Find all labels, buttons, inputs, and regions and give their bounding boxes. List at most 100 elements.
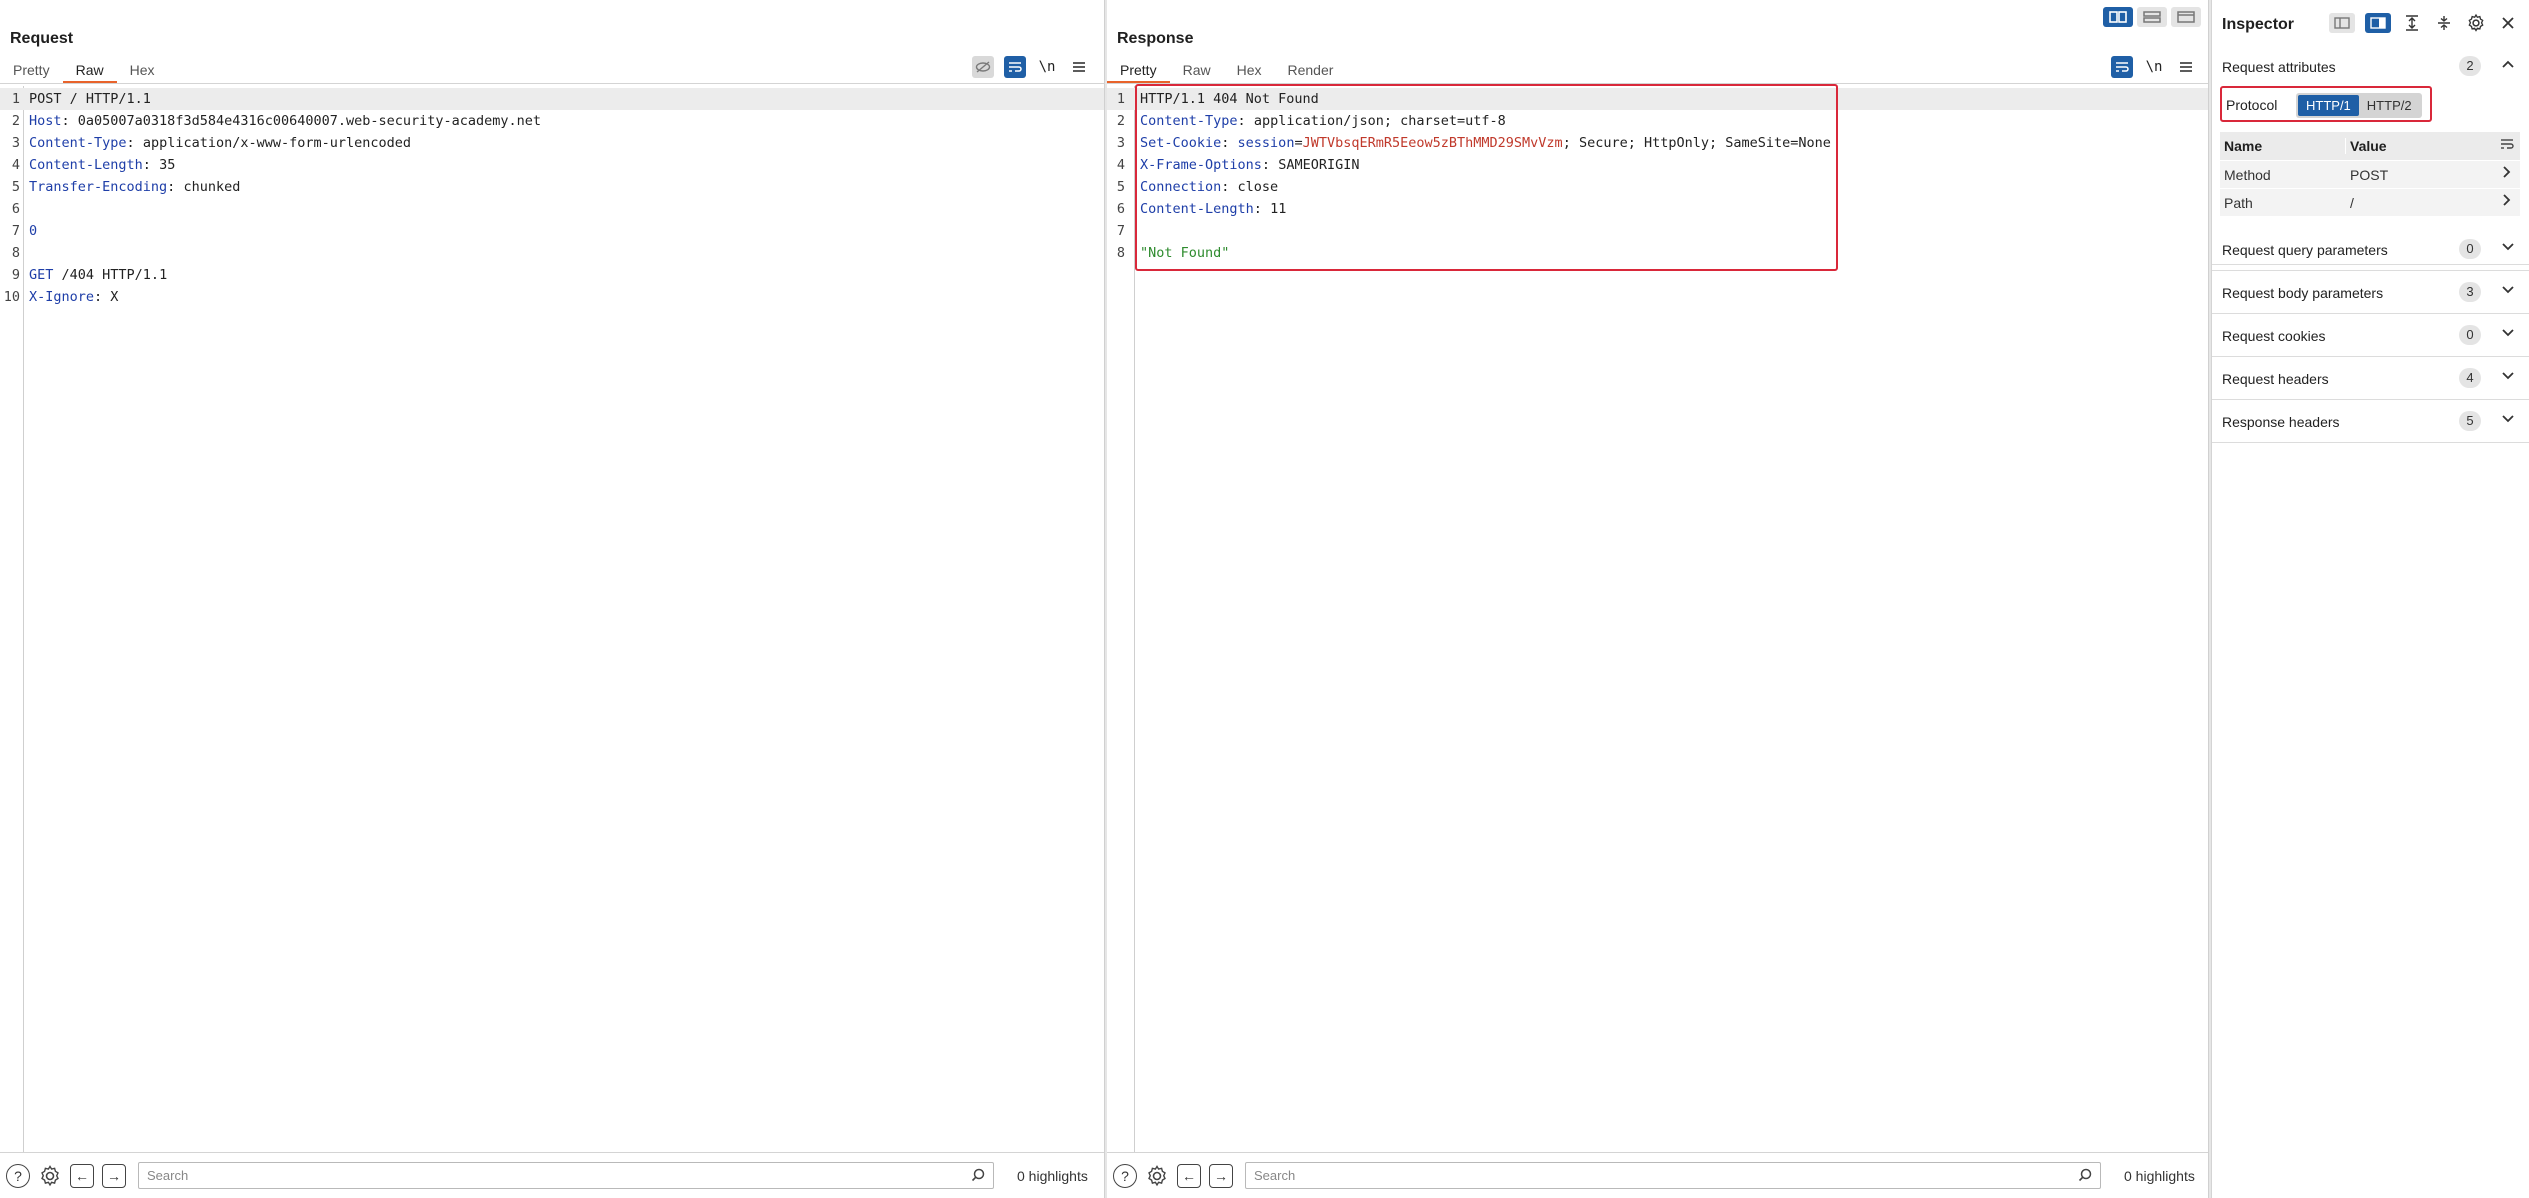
request-cookies-section[interactable]: Request cookies 0: [2212, 314, 2529, 357]
request-lines: 1 POST / HTTP/1.1 2 Host: 0a05007a0318f3d58…: [0, 88, 1104, 308]
response-tab-render[interactable]: Render: [1275, 58, 1347, 84]
response-word-wrap-icon[interactable]: [2111, 56, 2133, 78]
header-value: 0a05007a0318f3d584e4316c00640007.web-sec…: [77, 113, 542, 129]
code-line: 10 X-Ignore: X: [0, 286, 1104, 308]
wrap-lines-icon[interactable]: [2500, 137, 2514, 153]
response-forward-arrow-icon[interactable]: →: [1209, 1164, 1233, 1188]
request-body-parameters-section[interactable]: Request body parameters 3: [2212, 271, 2529, 314]
request-newline-toggle[interactable]: \n: [1036, 56, 1058, 78]
attribute-name: Path: [2224, 194, 2253, 211]
table-row[interactable]: Method POST: [2220, 160, 2520, 188]
chevron-up-icon[interactable]: [2501, 56, 2515, 74]
header-name: Content-Type: [1140, 113, 1238, 129]
response-tab-pretty[interactable]: Pretty: [1107, 58, 1170, 84]
chevron-down-icon[interactable]: [2501, 282, 2515, 300]
separator: :: [1237, 113, 1254, 129]
expand-all-icon[interactable]: [2401, 12, 2423, 34]
request-tab-pretty[interactable]: Pretty: [0, 58, 63, 84]
word-wrap-icon[interactable]: [1004, 56, 1026, 78]
line-number: 7: [1116, 223, 1125, 239]
code-line: 5 Connection: close: [1107, 176, 2209, 198]
code-line: 2 Content-Type: application/json; charset…: [1107, 110, 2209, 132]
request-tabs: Pretty Raw Hex: [0, 58, 168, 86]
name-column-header: Name: [2220, 138, 2346, 154]
response-tab-raw[interactable]: Raw: [1170, 58, 1224, 84]
inspector-settings-icon[interactable]: [2465, 12, 2487, 34]
chevron-down-icon[interactable]: [2501, 325, 2515, 343]
request-menu-icon[interactable]: [1068, 56, 1090, 78]
response-search-placeholder: Search: [1254, 1168, 1296, 1183]
code-line: 3 Content-Type: application/x-www-form-ur…: [0, 132, 1104, 154]
chevron-right-icon[interactable]: [2502, 165, 2512, 184]
line-number: 6: [1116, 201, 1125, 217]
header-name: Set-Cookie: [1140, 135, 1222, 151]
request-attributes-label[interactable]: Request attributes: [2222, 59, 2336, 75]
response-menu-icon[interactable]: [2175, 56, 2197, 78]
layout-side-by-side-icon[interactable]: [2103, 7, 2133, 27]
inspector-panel: Inspector Request attributes 2 Protocol: [2211, 0, 2529, 1198]
header-name: Connection: [1140, 179, 1222, 195]
inspector-layout-right-icon[interactable]: [2365, 13, 2391, 33]
settings-gear-icon[interactable]: [38, 1164, 62, 1188]
line-number: 5: [11, 179, 20, 195]
line-content: X-Ignore: X: [29, 286, 118, 308]
response-tab-hex[interactable]: Hex: [1224, 58, 1275, 84]
attribute-name: Method: [2224, 166, 2271, 183]
response-back-arrow-icon[interactable]: ←: [1177, 1164, 1201, 1188]
code-line: 1 HTTP/1.1 404 Not Found: [1107, 88, 2209, 110]
line-content: Content-Type: application/x-www-form-url…: [29, 132, 411, 154]
table-row[interactable]: Path /: [2220, 188, 2520, 216]
forward-arrow-icon[interactable]: →: [102, 1164, 126, 1188]
separator: :: [167, 179, 184, 195]
response-lines: 1 HTTP/1.1 404 Not Found 2 Content-Type: ap…: [1107, 88, 2209, 264]
request-tab-raw[interactable]: Raw: [62, 58, 117, 84]
request-tab-hex[interactable]: Hex: [117, 58, 168, 84]
header-name: Content-Length: [1140, 201, 1254, 217]
header-name: Content-Length: [29, 157, 143, 173]
collapse-all-icon[interactable]: [2433, 12, 2455, 34]
chevron-right-icon[interactable]: [2502, 193, 2512, 212]
response-help-icon[interactable]: ?: [1113, 1164, 1137, 1188]
line-number: 5: [1116, 179, 1125, 195]
separator: :: [126, 135, 143, 151]
header-value: X: [110, 289, 119, 305]
header-name: X-Ignore: [29, 289, 95, 305]
chevron-down-icon[interactable]: [2501, 411, 2515, 429]
code-line: 9 GET /404 HTTP/1.1: [0, 264, 1104, 286]
back-arrow-icon[interactable]: ←: [70, 1164, 94, 1188]
request-highlights-count: 0 highlights: [1017, 1168, 1088, 1184]
chevron-down-icon[interactable]: [2501, 368, 2515, 386]
request-query-parameters-section[interactable]: Request query parameters 0: [2212, 228, 2529, 271]
attribute-value: /: [2350, 194, 2354, 211]
response-search-input[interactable]: Search: [1245, 1162, 2101, 1189]
response-body-string: "Not Found": [1140, 245, 1230, 261]
hide-nonprintable-icon[interactable]: [972, 56, 994, 78]
response-newline-toggle[interactable]: \n: [2143, 56, 2165, 78]
section-label: Request body parameters: [2222, 285, 2384, 301]
code-line: 6 Content-Length: 11: [1107, 198, 2209, 220]
line-number: 8: [1116, 245, 1125, 261]
chevron-down-icon[interactable]: [2501, 239, 2515, 257]
header-name: GET: [29, 267, 54, 283]
separator: :: [1261, 157, 1279, 173]
request-search-input[interactable]: Search: [138, 1162, 994, 1189]
header-value: SAMEORIGIN: [1278, 157, 1360, 173]
section-count: 4: [2459, 368, 2481, 388]
line-number: 2: [11, 113, 20, 129]
close-icon[interactable]: [2497, 12, 2519, 34]
layout-stacked-icon[interactable]: [2137, 7, 2167, 27]
header-value: 35: [159, 157, 176, 173]
response-settings-gear-icon[interactable]: [1145, 1164, 1169, 1188]
layout-tabs-icon[interactable]: [2171, 7, 2201, 27]
protocol-http1-option[interactable]: HTTP/1: [2298, 95, 2359, 116]
help-icon[interactable]: ?: [6, 1164, 30, 1188]
response-editor[interactable]: 1 HTTP/1.1 404 Not Found 2 Content-Type: ap…: [1107, 84, 2209, 1152]
response-tabs-divider: [1107, 83, 2209, 84]
request-headers-section[interactable]: Request headers 4: [2212, 357, 2529, 400]
response-headers-section[interactable]: Response headers 5: [2212, 400, 2529, 443]
header-value: 11: [1270, 201, 1287, 217]
inspector-layout-left-icon[interactable]: [2329, 13, 2355, 33]
protocol-http2-option[interactable]: HTTP/2: [2359, 95, 2420, 116]
request-editor[interactable]: 1 POST / HTTP/1.1 2 Host: 0a05007a0318f3d58…: [0, 86, 1104, 1152]
line-content: Content-Length: 35: [29, 154, 175, 176]
